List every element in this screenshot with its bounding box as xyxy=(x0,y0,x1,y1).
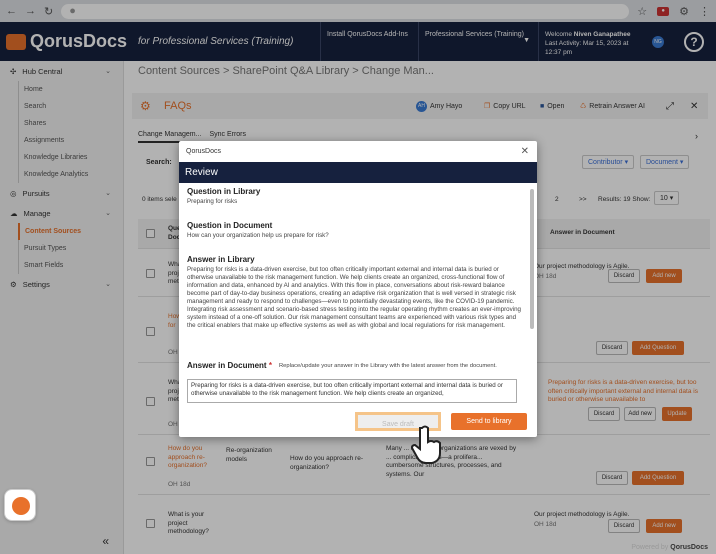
question-library-text: Preparing for risks xyxy=(187,198,238,205)
powered-by: Powered by QorusDocs xyxy=(631,544,708,551)
powered-by-brand: QorusDocs xyxy=(670,544,708,551)
powered-by-label: Powered by xyxy=(631,544,669,551)
send-to-library-button[interactable]: Send to library xyxy=(451,413,527,430)
answer-document-textarea[interactable]: Preparing for risks is a data-driven exe… xyxy=(187,379,517,403)
assistant-button[interactable] xyxy=(4,489,36,521)
question-document-text: How can your organization help us prepar… xyxy=(187,232,329,239)
answer-document-heading: Answer in Document * xyxy=(187,361,272,370)
required-marker: * xyxy=(268,361,272,370)
dialog-body[interactable]: Question in Library Preparing for risks … xyxy=(179,183,537,409)
pointer-hand-icon xyxy=(410,425,441,464)
review-dialog: QorusDocs ✕ Review Question in Library Pr… xyxy=(179,141,537,437)
dialog-titlebar: QorusDocs ✕ xyxy=(179,141,537,162)
close-icon[interactable]: ✕ xyxy=(521,146,529,157)
answer-document-heading-text: Answer in Document xyxy=(187,361,267,370)
answer-document-hint: Replace/update your answer in the Librar… xyxy=(279,363,497,369)
question-document-heading: Question in Document xyxy=(187,221,273,230)
question-library-heading: Question in Library xyxy=(187,187,261,196)
dialog-footer: Save draft Send to library xyxy=(179,409,537,437)
answer-library-heading: Answer in Library xyxy=(187,255,255,264)
dialog-app-name: QorusDocs xyxy=(186,148,222,155)
dialog-scrollbar[interactable] xyxy=(530,189,534,329)
assistant-icon xyxy=(12,497,30,515)
dialog-title: Review xyxy=(179,162,537,183)
answer-library-text: Preparing for risks is a data-driven exe… xyxy=(187,266,521,329)
